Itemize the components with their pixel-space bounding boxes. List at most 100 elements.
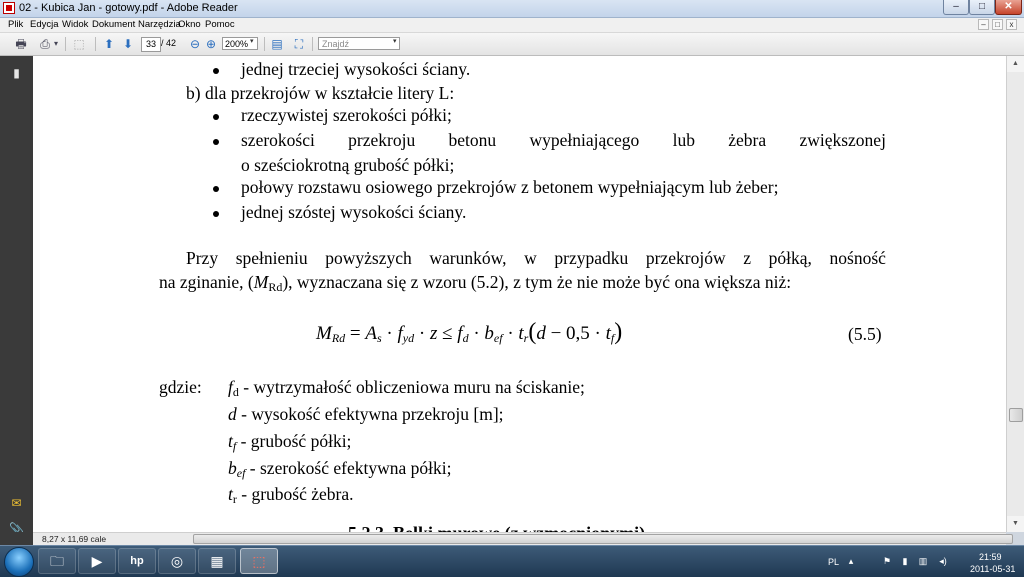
word: szerokości [241,130,315,150]
menu-narzedzia[interactable]: Narzędzia [138,19,181,30]
start-button[interactable] [4,547,34,577]
formula: MRd = As · fyd · z ≤ fd · bef · tr(d − 0… [316,319,622,346]
document-view[interactable]: jednej trzeciej wysokości ściany. b) dla… [33,56,1006,532]
word: z [743,248,752,268]
text-line: jednej szóstej wysokości ściany. [241,202,467,222]
word: lub [672,130,695,150]
hp-icon[interactable]: hp [118,548,156,574]
adobe-reader-taskbar-icon[interactable]: ⬚ [240,548,278,574]
menu-okno[interactable]: Okno [178,19,201,30]
formula-part: ≤ [437,323,458,344]
pages-panel-icon[interactable]: ▮ [9,66,24,81]
notes-icon[interactable]: ▦ [198,548,236,574]
word: spełnieniu [235,248,308,268]
word: zwiększonej [799,130,886,150]
zoom-in-icon[interactable]: ⊕ [202,36,220,52]
menu-widok[interactable]: Widok [62,19,88,30]
minimize-button[interactable]: – [943,0,969,15]
text-line: połowy rozstawu osiowego przekrojów z be… [241,177,779,197]
taskbar: 🗀 ▶ hp ◎ ▦ ⬚ PL ▴ ⚑ ▮ ▥ ◂) 21:59 2011-05… [0,545,1024,577]
formula-part: · [502,323,519,344]
fit-page-icon[interactable]: ▤ [268,36,286,52]
window-title: 02 - Kubica Jan - gotowy.pdf - Adobe Rea… [19,2,238,14]
definition-text: - grubość półki; [236,431,352,451]
action-center-icon[interactable]: ⚑ [882,556,892,566]
bullet [213,186,219,192]
clock-time[interactable]: 21:59 [979,552,1002,562]
text-fragment: na zginanie, ( [159,272,254,292]
doc-minimize-button[interactable]: – [978,19,989,30]
show-hidden-icons-icon[interactable]: ▴ [846,556,856,566]
formula-number: (5.5) [848,324,882,344]
word: betonu [448,130,497,150]
menu-plik[interactable]: Plik [8,19,23,30]
word: warunków, [429,248,507,268]
horizontal-scrollbar[interactable] [33,532,1013,545]
symbol: d [228,404,237,424]
justified-line: szerokości przekroju betonu wypełniające… [241,130,886,151]
bullet [213,139,219,145]
navigation-panel: ▮ ✉ 📎 [0,56,33,545]
clock-date[interactable]: 2011-05-31 [970,564,1015,574]
vertical-scrollbar[interactable]: ▲ ▼ [1006,56,1024,532]
definition-line: tf - grubość półki; [228,431,351,454]
print-icon[interactable]: 🖶 [12,36,30,52]
horizontal-scrollbar-thumb[interactable] [193,534,1013,544]
fullscreen-icon[interactable]: ⛶ [290,36,308,52]
formula-subscript: yd [402,331,415,345]
zoom-dropdown-icon[interactable]: ▾ [250,37,254,45]
doc-close-button[interactable]: x [1006,19,1017,30]
toolbar-separator [65,37,66,51]
formula-part: d [536,323,546,344]
scroll-down-icon[interactable]: ▼ [1007,516,1024,532]
menu-bar: Plik Edycja Widok Dokument Narzędzia Okn… [0,18,1024,33]
browser-icon[interactable]: ◎ [158,548,196,574]
page-number-input[interactable]: 33 [141,37,161,52]
scroll-up-icon[interactable]: ▲ [1007,56,1024,72]
tools-icon[interactable]: ⬚ [70,36,88,52]
status-bar [0,532,33,545]
definition-line: fd - wytrzymałość obliczeniowa muru na ś… [228,377,585,400]
volume-icon[interactable]: ◂) [936,556,950,566]
formula-part: ) [614,319,623,345]
previous-page-icon[interactable]: ⬆ [100,36,118,52]
comments-icon[interactable]: ✉ [9,496,24,511]
formula-part: − 0,5 · [545,323,606,344]
next-page-icon[interactable]: ⬇ [119,36,137,52]
word: przypadku [554,248,629,268]
word: półką, [768,248,812,268]
subscript: Rd [268,280,283,294]
battery-icon[interactable]: ▮ [900,556,910,566]
definition-line: tr - grubość żebra. [228,484,354,507]
media-player-icon[interactable]: ▶ [78,548,116,574]
definition-text: - wysokość efektywna przekroju [m]; [236,404,504,424]
search-dropdown-icon[interactable]: ▾ [393,37,397,45]
search-input[interactable]: Znajdź [318,37,400,50]
doc-restore-button[interactable]: □ [992,19,1003,30]
menu-pomoc[interactable]: Pomoc [205,19,235,30]
explorer-icon[interactable]: 🗀 [38,548,76,574]
definition-text: - wytrzymałość obliczeniowa muru na ścis… [238,377,585,397]
network-icon[interactable]: ▥ [918,556,928,566]
close-button[interactable]: ✕ [995,0,1022,15]
formula-part: · [414,323,430,344]
bullet [213,114,219,120]
scrollbar-thumb[interactable] [1009,408,1023,422]
export-dropdown-icon[interactable]: ▾ [52,36,60,52]
language-indicator[interactable]: PL [828,557,839,567]
formula-part: b [484,323,494,344]
formula-part: M [316,323,332,344]
adobe-reader-icon [3,2,15,14]
formula-part: = [345,323,366,344]
menu-dokument[interactable]: Dokument [92,19,135,30]
maximize-button[interactable]: □ [969,0,995,15]
word: w [524,248,537,268]
section-heading-cutoff: 5.2.3. Belki murowe (z wzmocnionymi) [348,523,645,532]
toolbar-separator [312,37,313,51]
pdf-page: jednej trzeciej wysokości ściany. b) dla… [33,56,1006,532]
page-total: / 42 [161,38,177,48]
toolbar: 🖶 ⎙ ▾ ⬚ ⬆ ⬇ 33 / 42 ⊖ ⊕ 200% ▾ ▤ ⛶ Znajd… [0,33,1024,56]
word: przekrojów [645,248,726,268]
symbol-M: M [253,272,269,292]
menu-edycja[interactable]: Edycja [30,19,59,30]
